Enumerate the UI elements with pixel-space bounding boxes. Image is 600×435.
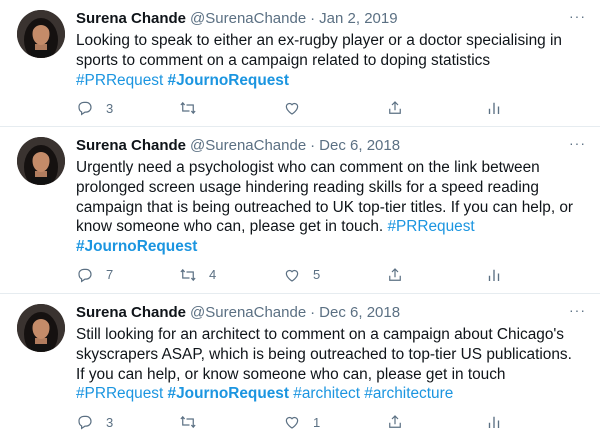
- reply-button[interactable]: 7: [76, 266, 113, 284]
- like-button[interactable]: [283, 99, 301, 117]
- share-button[interactable]: [386, 99, 404, 117]
- reply-count: 7: [106, 267, 114, 283]
- reply-button[interactable]: 3: [76, 99, 113, 117]
- retweet-count: 4: [209, 267, 217, 283]
- like-count: 5: [313, 267, 321, 283]
- tweet-header: Surena Chande @SurenaChande · Dec 6, 201…: [76, 136, 586, 156]
- like-button[interactable]: 1: [283, 413, 320, 431]
- retweet-button[interactable]: [179, 413, 197, 431]
- author-name[interactable]: Surena Chande: [76, 136, 186, 156]
- like-icon: [285, 269, 299, 282]
- reply-count: 3: [106, 414, 114, 430]
- share-icon: [389, 415, 401, 429]
- hashtag-link[interactable]: #JournoRequest: [168, 72, 289, 89]
- retweet-button[interactable]: [179, 99, 197, 117]
- author-handle[interactable]: @SurenaChande: [190, 9, 306, 29]
- analytics-button[interactable]: [485, 413, 503, 431]
- like-count: 1: [313, 414, 321, 430]
- text-line: Still looking for an architect to commen…: [76, 326, 565, 343]
- tweet-text: Still looking for an architect to commen…: [76, 325, 586, 404]
- text-line: campaign that is being outreached to UK …: [76, 198, 574, 216]
- tweet-date[interactable]: Dec 6, 2018: [319, 136, 400, 156]
- analytics-icon: [488, 103, 500, 115]
- hashtag-link[interactable]: #PRRequest: [387, 218, 474, 235]
- analytics-icon: [488, 416, 500, 429]
- hashtag-link[interactable]: #PRRequest: [76, 72, 163, 89]
- hashtag-link[interactable]: #PRRequest: [76, 385, 163, 402]
- analytics-icon: [488, 269, 500, 281]
- reply-icon: [78, 415, 92, 430]
- text-line: If you can help, or know someone who can…: [76, 365, 506, 383]
- share-button[interactable]: [386, 413, 404, 431]
- analytics-button[interactable]: [485, 266, 503, 284]
- more-icon[interactable]: ···: [569, 303, 586, 317]
- tweet[interactable]: Surena Chande @SurenaChande · Jan 2, 201…: [0, 0, 600, 127]
- separator: ·: [310, 137, 316, 154]
- tweet[interactable]: Surena Chande @SurenaChande · Dec 6, 201…: [0, 127, 600, 294]
- avatar[interactable]: [17, 10, 65, 58]
- separator: ·: [310, 10, 316, 27]
- reply-icon: [78, 268, 92, 283]
- retweet-icon: [180, 416, 196, 429]
- reply-count: 3: [106, 100, 114, 116]
- like-icon: [285, 103, 299, 116]
- author-handle[interactable]: @SurenaChande: [190, 136, 306, 156]
- author-handle[interactable]: @SurenaChande: [190, 303, 306, 323]
- hashtag-link[interactable]: #JournoRequest: [168, 385, 289, 402]
- share-button[interactable]: [386, 266, 404, 284]
- tweet-actions: 7 4 5: [76, 266, 586, 288]
- tweet-header: Surena Chande @SurenaChande · Jan 2, 201…: [76, 9, 586, 29]
- avatar[interactable]: [17, 304, 65, 352]
- tweet-text: Looking to speak to either an ex-rugby p…: [76, 31, 586, 90]
- author-name[interactable]: Surena Chande: [76, 303, 186, 323]
- text-line: Urgently need a psychologist who can com…: [76, 159, 540, 176]
- tweet-actions: 3 1: [76, 413, 586, 435]
- retweet-icon: [180, 268, 196, 282]
- more-icon[interactable]: ···: [569, 136, 586, 150]
- hashtag-link[interactable]: #architecture: [364, 385, 453, 402]
- more-icon[interactable]: ···: [569, 9, 586, 23]
- hashtag-link[interactable]: #JournoRequest: [76, 238, 197, 255]
- tweet-actions: 3: [76, 99, 586, 121]
- like-icon: [285, 417, 299, 429]
- text-line: know someone who can, please get in touc…: [76, 218, 384, 236]
- hashtag-link[interactable]: #architect: [293, 385, 360, 402]
- text-line: prolonged screen usage hindering reading…: [76, 178, 539, 196]
- reply-icon: [78, 102, 92, 116]
- author-name[interactable]: Surena Chande: [76, 9, 186, 29]
- tweet-header: Surena Chande @SurenaChande · Dec 6, 201…: [76, 303, 586, 323]
- reply-button[interactable]: 3: [76, 413, 113, 431]
- share-icon: [389, 268, 401, 281]
- retweet-button[interactable]: 4: [179, 266, 216, 284]
- avatar[interactable]: [17, 137, 65, 185]
- share-icon: [389, 101, 401, 115]
- text-line: skyscrapers ASAP, which is being outreac…: [76, 345, 572, 363]
- text-line: Looking to speak to either an ex-rugby p…: [76, 32, 562, 49]
- separator: ·: [310, 304, 316, 321]
- tweet-date[interactable]: Jan 2, 2019: [319, 9, 397, 29]
- tweet[interactable]: Surena Chande @SurenaChande · Dec 6, 201…: [0, 294, 600, 434]
- text-line: sports to comment on a campaign related …: [76, 51, 491, 69]
- analytics-button[interactable]: [485, 99, 503, 117]
- tweet-text: Urgently need a psychologist who can com…: [76, 158, 586, 257]
- tweet-date[interactable]: Dec 6, 2018: [319, 303, 400, 323]
- like-button[interactable]: 5: [283, 266, 320, 284]
- retweet-icon: [180, 102, 196, 115]
